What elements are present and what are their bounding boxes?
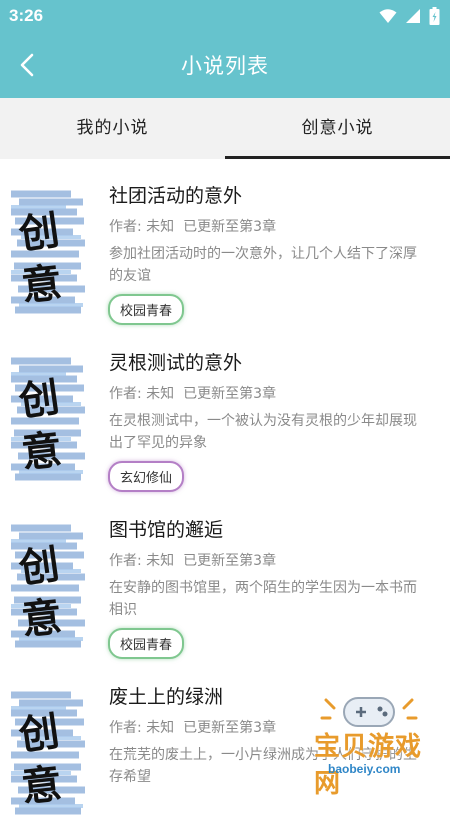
book-cover: 创 意 <box>11 689 86 817</box>
genre-tag: 校园青春 <box>108 628 185 659</box>
novel-description: 参加社团活动时的一次意外，让几个人结下了深厚的友谊 <box>109 246 417 284</box>
cover-char: 意 <box>19 593 64 644</box>
status-bar: 3:26 <box>0 0 450 32</box>
cover-char: 意 <box>19 760 64 811</box>
page-title: 小说列表 <box>181 54 269 78</box>
wifi-icon <box>379 9 397 23</box>
cover-char: 创 <box>16 207 62 259</box>
genre-tag: 玄幻修仙 <box>108 461 185 492</box>
novel-meta: 作者: 未知 已更新至第3章 <box>109 717 276 737</box>
novel-title: 废土上的绿洲 <box>109 686 224 708</box>
signal-icon <box>406 9 420 23</box>
novel-author: 作者: 未知 <box>109 553 175 569</box>
novel-update: 已更新至第3章 <box>183 219 277 235</box>
novel-meta: 作者: 未知 已更新至第3章 <box>109 383 276 403</box>
novel-update: 已更新至第3章 <box>183 386 277 402</box>
status-time: 3:26 <box>9 6 44 25</box>
cover-char: 意 <box>19 426 64 477</box>
book-cover: 创 意 <box>11 522 86 650</box>
book-cover: 创 意 <box>11 188 86 316</box>
cover-char: 创 <box>16 708 62 760</box>
cover-char: 意 <box>19 259 64 310</box>
status-icons <box>379 6 440 26</box>
watermark-logo: 宝贝游戏网 baobeiy.com <box>294 688 444 799</box>
novel-title: 灵根测试的意外 <box>109 352 243 374</box>
novel-meta: 作者: 未知 已更新至第3章 <box>109 216 276 236</box>
watermark-url: baobeiy.com <box>328 762 401 776</box>
novel-description: 在安静的图书馆里，两个陌生的学生因为一本书而相识 <box>109 580 417 618</box>
novel-title: 图书馆的邂逅 <box>109 519 224 541</box>
novel-item[interactable]: 创 意 灵根测试的意外 作者: 未知 已更新至第3章 在灵根测试中，一个被认为没有… <box>0 326 450 493</box>
novel-description: 在灵根测试中，一个被认为没有灵根的少年却展现出了罕见的异象 <box>109 413 417 451</box>
novel-meta: 作者: 未知 已更新至第3章 <box>109 550 276 570</box>
novel-author: 作者: 未知 <box>109 219 175 235</box>
novel-item[interactable]: 创 意 图书馆的邂逅 作者: 未知 已更新至第3章 在安静的图书馆里，两个陌生的学… <box>0 493 450 660</box>
battery-icon <box>429 7 440 25</box>
app-bar: 小说列表 <box>0 32 450 98</box>
tab-creative-novels[interactable]: 创意小说 <box>225 98 450 159</box>
novel-author: 作者: 未知 <box>109 720 175 736</box>
novel-update: 已更新至第3章 <box>183 553 277 569</box>
genre-tag: 校园青春 <box>108 294 185 325</box>
cover-char: 创 <box>16 541 62 593</box>
novel-title: 社团活动的意外 <box>109 185 243 207</box>
novel-author: 作者: 未知 <box>109 386 175 402</box>
tab-bar: 我的小说 创意小说 <box>0 98 450 159</box>
cover-char: 创 <box>16 374 62 426</box>
book-cover: 创 意 <box>11 355 86 483</box>
tab-my-novels[interactable]: 我的小说 <box>0 98 225 159</box>
novel-update: 已更新至第3章 <box>183 720 277 736</box>
novel-item[interactable]: 创 意 社团活动的意外 作者: 未知 已更新至第3章 参加社团活动时的一次意外，让… <box>0 159 450 326</box>
